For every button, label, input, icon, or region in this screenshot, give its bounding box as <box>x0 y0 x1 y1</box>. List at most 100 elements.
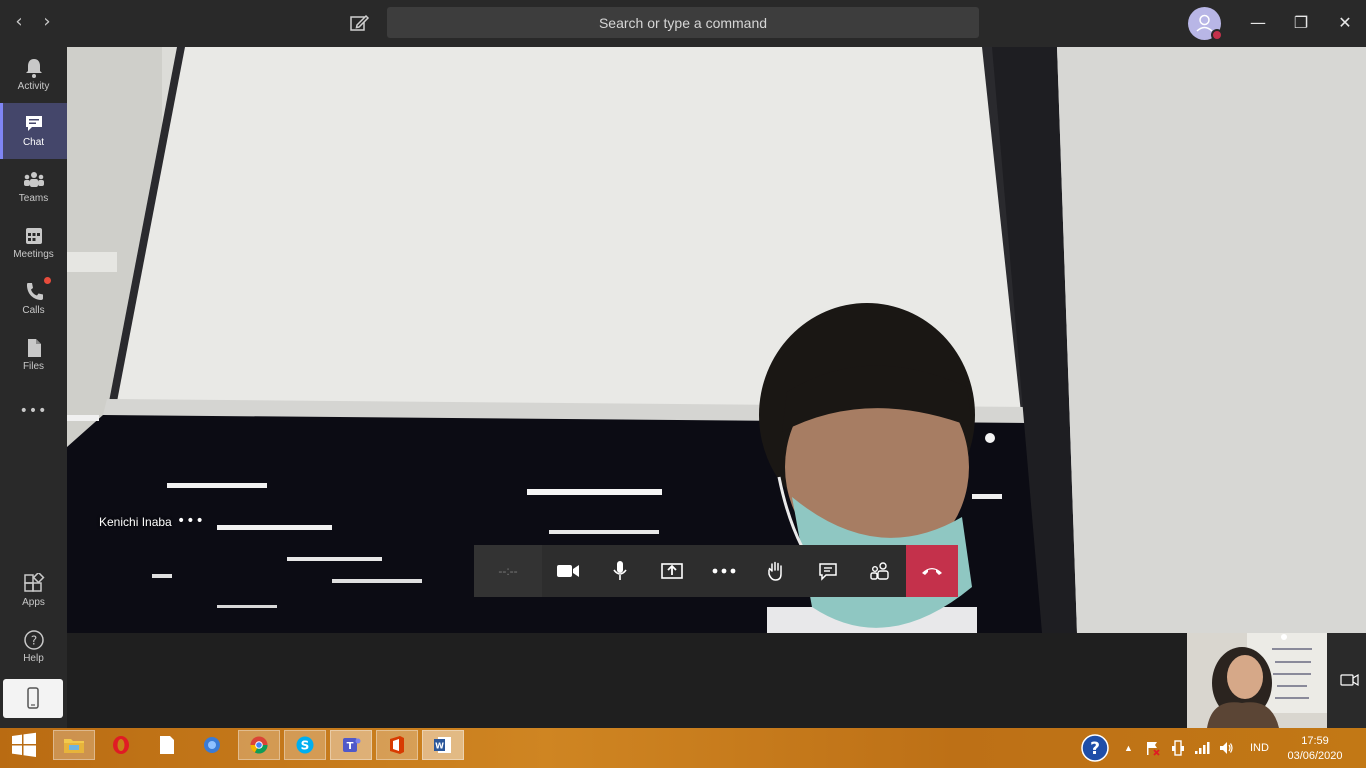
taskbar-office[interactable] <box>376 730 418 760</box>
teams-app-icon: T <box>343 738 361 752</box>
rail-item-meetings[interactable]: Meetings <box>0 215 67 271</box>
taskbar-file-explorer[interactable] <box>53 730 95 760</box>
participants-icon <box>870 562 889 580</box>
minimize-button[interactable]: — <box>1246 12 1270 36</box>
clock-date: 03/06/2020 <box>1287 750 1343 762</box>
signal-icon <box>1195 742 1210 754</box>
rail-item-more[interactable]: ••• <box>0 387 67 427</box>
device-button[interactable] <box>3 679 63 718</box>
taskbar-skype[interactable]: S <box>284 730 326 760</box>
rail-item-help[interactable]: ? Help <box>0 619 67 675</box>
rail-item-chat[interactable]: Chat <box>0 103 67 159</box>
rail-item-activity[interactable]: Activity <box>0 47 67 103</box>
rail-item-files[interactable]: Files <box>0 327 67 383</box>
word-icon: W <box>434 737 451 753</box>
rail-item-apps[interactable]: Apps <box>0 563 67 619</box>
title-bar: ‹ › Search or type a command — ❐ ✕ <box>0 0 1366 47</box>
maximize-button[interactable]: ❐ <box>1289 12 1313 36</box>
rail-label: Calls <box>22 305 45 316</box>
taskbar-clock[interactable]: 17:59 03/06/2020 <box>1280 734 1350 764</box>
rail-label: Help <box>23 653 44 664</box>
more-icon: ••• <box>19 403 48 419</box>
windows-logo-icon <box>12 732 36 757</box>
app-rail: Activity Chat Teams Meetings Calls Files… <box>0 47 67 728</box>
rail-label: Meetings <box>13 249 54 260</box>
more-actions-icon <box>712 568 736 574</box>
taskbar-teams[interactable]: T <box>330 730 372 760</box>
camera-icon <box>557 565 579 577</box>
back-icon[interactable]: ‹ <box>9 12 29 32</box>
taskbar-word[interactable]: W <box>422 730 464 760</box>
avatar[interactable] <box>1188 7 1223 41</box>
phone-icon <box>26 283 43 300</box>
notification-badge <box>44 277 51 284</box>
media-controls <box>542 545 750 597</box>
rail-item-teams[interactable]: Teams <box>0 159 67 215</box>
flag-icon <box>1147 742 1160 756</box>
participant-more-icon[interactable]: ••• <box>177 513 205 529</box>
svg-text:S: S <box>301 739 310 753</box>
call-controls: --:-- <box>474 545 959 597</box>
mic-button[interactable] <box>594 545 646 597</box>
office-icon <box>390 736 404 754</box>
skype-icon: S <box>296 736 314 754</box>
compose-icon[interactable] <box>348 12 370 34</box>
taskbar-browser[interactable] <box>191 730 233 760</box>
chat-icon <box>819 563 837 581</box>
security-tray-icon[interactable] <box>1145 728 1161 768</box>
teams-window: ‹ › Search or type a command — ❐ ✕ Activ… <box>0 0 1366 728</box>
participants-button[interactable] <box>854 545 906 597</box>
taskbar-chrome[interactable] <box>238 730 280 760</box>
rail-item-calls[interactable]: Calls <box>0 271 67 327</box>
taskbar-opera[interactable] <box>100 730 142 760</box>
rail-label: Chat <box>22 137 45 148</box>
opera-icon <box>113 736 129 754</box>
participant-name: Kenichi Inaba <box>99 515 172 529</box>
chevron-up-icon: ▲ <box>1124 743 1133 753</box>
rail-label: Files <box>22 361 45 372</box>
search-input[interactable]: Search or type a command <box>387 7 979 38</box>
hang-up-icon <box>922 568 942 575</box>
show-chat-button[interactable] <box>802 545 854 597</box>
svg-text:W: W <box>435 742 444 751</box>
apps-icon <box>23 573 45 592</box>
share-screen-button[interactable] <box>646 545 698 597</box>
bell-icon <box>25 59 42 78</box>
teams-icon <box>23 172 44 187</box>
help-tray-icon[interactable]: ? <box>1080 728 1110 768</box>
chat-icon <box>25 116 42 131</box>
input-language[interactable]: IND <box>1250 728 1269 768</box>
show-hidden-icons[interactable]: ▲ <box>1124 728 1133 768</box>
svg-text:?: ? <box>1090 739 1100 759</box>
browser-icon <box>204 737 220 753</box>
clock-time: 17:59 <box>1301 735 1329 747</box>
more-actions-button[interactable] <box>698 545 750 597</box>
volume-tray-icon[interactable] <box>1218 728 1234 768</box>
network-tray-icon[interactable] <box>1194 728 1210 768</box>
phone-device-icon <box>27 687 39 709</box>
raise-hand-button[interactable] <box>750 545 802 597</box>
forward-icon[interactable]: › <box>37 12 57 32</box>
rail-label: Apps <box>22 597 45 608</box>
share-screen-icon <box>661 563 683 579</box>
taskbar-notes[interactable] <box>146 730 188 760</box>
folder-icon <box>64 739 84 753</box>
hang-up-button[interactable] <box>906 545 958 597</box>
file-icon <box>27 339 41 357</box>
camera-button[interactable] <box>542 545 594 597</box>
help-icon: ? <box>23 630 44 650</box>
meeting-controls <box>750 545 906 597</box>
start-button[interactable] <box>3 730 45 760</box>
self-video <box>1187 633 1366 728</box>
note-icon <box>160 736 174 754</box>
device-tray-icon[interactable] <box>1170 728 1186 768</box>
rail-label: Teams <box>18 193 49 204</box>
video-bottom-strip <box>67 633 1366 728</box>
windows-taskbar: S T W ? ▲ IND 17:59 03/06/2020 <box>0 728 1366 768</box>
calendar-icon <box>25 228 42 244</box>
chrome-icon <box>250 736 268 754</box>
close-button[interactable]: ✕ <box>1333 12 1357 36</box>
presence-busy-icon <box>1211 29 1223 41</box>
self-video-frame <box>1187 633 1366 728</box>
svg-text:?: ? <box>30 634 36 648</box>
